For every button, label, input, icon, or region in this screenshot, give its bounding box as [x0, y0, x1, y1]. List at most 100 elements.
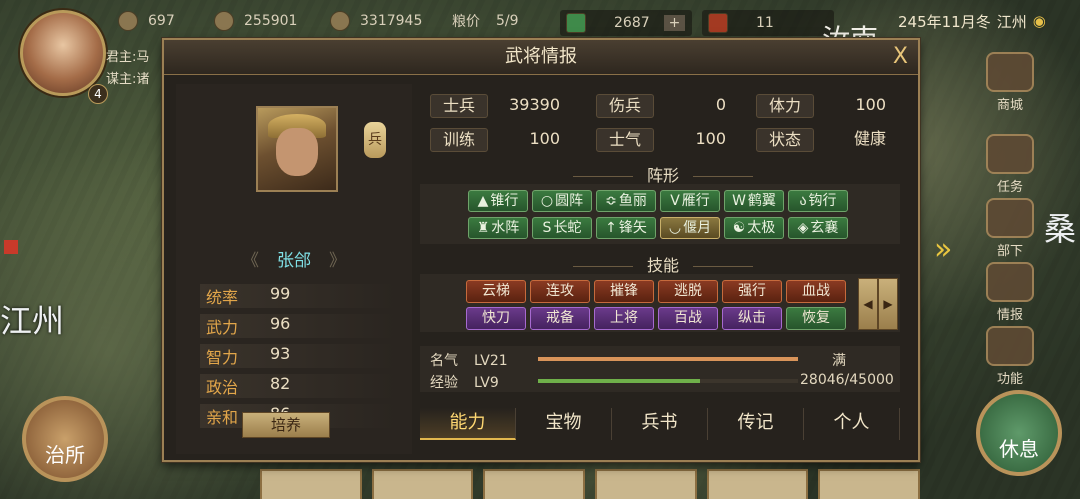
formation-3[interactable]: V 雁行	[660, 190, 720, 212]
skill-7[interactable]: 戒备	[530, 307, 590, 330]
formation-icon: S	[542, 220, 552, 236]
command-tab[interactable]	[483, 469, 586, 499]
fame-bar	[538, 357, 798, 361]
formation-11[interactable]: ◈ 玄襄	[788, 217, 848, 239]
attr-soldiers: 士兵 39390	[430, 94, 560, 118]
formation-icon: ○	[540, 193, 554, 209]
formation-label: 偃月	[683, 220, 712, 236]
add-jade-button[interactable]: +	[663, 15, 686, 31]
lumber-icon	[330, 11, 350, 31]
tab-4[interactable]: 个人	[804, 408, 900, 440]
progress-box: 名气 LV21 满 经验 LV9 28046/45000	[420, 346, 900, 392]
formation-icon: ▲	[477, 193, 489, 209]
tab-2[interactable]: 兵书	[612, 408, 708, 440]
lumber-resource: 3317945	[330, 10, 422, 32]
command-tab[interactable]	[260, 469, 362, 499]
prev-general-icon[interactable]: 《	[242, 251, 259, 271]
formation-8[interactable]: ↑ 锋矢	[596, 217, 656, 239]
skill-3[interactable]: 逃脱	[658, 280, 718, 303]
skill-11[interactable]: 恢复	[786, 307, 846, 330]
general-name-row: 《张郃》	[176, 246, 412, 271]
intel-icon	[986, 262, 1034, 302]
tab-3[interactable]: 传记	[708, 408, 804, 440]
skills-heading: 技能	[420, 252, 906, 276]
dialog-title: 武将情报	[164, 40, 918, 75]
formation-grid: ▲ 锥行 ○ 圆阵 ≎ 鱼丽 V 雁行 W 鹤翼 ა 钩行 ♜ 水阵 S 长蛇 ↑ 锋矢 ◡ 偃月 ☯ 太极 ◈ 玄襄	[420, 184, 900, 244]
map-city-partial-right[interactable]: 桑	[1044, 204, 1076, 250]
formation-label: 锋矢	[618, 220, 647, 236]
function-button[interactable]: 功能	[980, 326, 1040, 387]
formation-icon: ◡	[668, 220, 682, 236]
advisor-label: 谋主:诸	[106, 72, 150, 87]
skill-9[interactable]: 百战	[658, 307, 718, 330]
skills-scroll-left[interactable]: ◀	[858, 278, 878, 330]
exp-row: 经验 LV9 28046/45000	[430, 372, 894, 391]
gear-icon	[986, 326, 1034, 366]
signal-icon: ◉	[1032, 12, 1046, 30]
green-jade-icon	[566, 13, 586, 33]
command-tab[interactable]	[371, 469, 474, 499]
seat-button[interactable]: 治所	[22, 396, 108, 482]
formation-icon: ♜	[476, 220, 490, 236]
formation-label: 钩行	[808, 193, 837, 209]
lord-label: 君主:马	[106, 50, 150, 65]
skill-4[interactable]: 强行	[722, 280, 782, 303]
skill-6[interactable]: 快刀	[466, 307, 526, 330]
general-portrait[interactable]	[256, 106, 338, 192]
close-button[interactable]: X	[893, 44, 908, 70]
tab-0[interactable]: 能力	[420, 408, 516, 440]
gold-resource: 697	[118, 10, 175, 32]
jade-resource: 2687 +	[560, 10, 692, 36]
formation-label: 鱼丽	[618, 193, 647, 209]
formation-label: 雁行	[681, 193, 710, 209]
formation-0[interactable]: ▲ 锥行	[468, 190, 528, 212]
bottom-command-bar	[260, 469, 921, 499]
skill-5[interactable]: 血战	[786, 280, 846, 303]
formation-icon: ☯	[732, 220, 746, 236]
exp-bar	[538, 379, 798, 383]
stat-row: 政治 82	[200, 374, 396, 398]
command-tab[interactable]	[706, 469, 809, 499]
map-city-jiangzhou[interactable]: 江州	[0, 296, 64, 342]
general-info-dialog: 武将情报 X 兵 《张郃》 统率99 武力96 智力93 政治82 亲和86 培…	[162, 38, 920, 462]
skill-1[interactable]: 连攻	[530, 280, 590, 303]
formation-5[interactable]: ა 钩行	[788, 190, 848, 212]
formation-label: 锥行	[490, 193, 519, 209]
skill-8[interactable]: 上将	[594, 307, 654, 330]
tab-1[interactable]: 宝物	[516, 408, 612, 440]
subordinate-button[interactable]: 部下	[980, 198, 1040, 259]
formation-1[interactable]: ○ 圆阵	[532, 190, 592, 212]
skills-scroll-right[interactable]: ▶	[878, 278, 898, 330]
formation-4[interactable]: W 鹤翼	[724, 190, 784, 212]
formation-label: 玄襄	[810, 220, 839, 236]
intel-button[interactable]: 情报	[980, 262, 1040, 323]
formation-label: 鹤翼	[747, 193, 776, 209]
formation-icon: ◈	[797, 220, 809, 236]
formation-9[interactable]: ◡ 偃月	[660, 217, 720, 239]
fame-row: 名气 LV21 满	[430, 353, 846, 369]
task-button[interactable]: 任务	[980, 134, 1040, 195]
shop-button[interactable]: 商城	[980, 52, 1040, 113]
formation-2[interactable]: ≎ 鱼丽	[596, 190, 656, 212]
info-tabs: 能力 宝物 兵书 传记 个人	[420, 408, 900, 440]
formation-7[interactable]: S 长蛇	[532, 217, 592, 239]
attr-morale: 士气 100	[596, 128, 726, 152]
next-general-icon[interactable]: 》	[329, 251, 346, 271]
train-button[interactable]: 培养	[242, 412, 330, 438]
attr-training: 训练 100	[430, 128, 560, 152]
rest-button[interactable]: 休息	[976, 390, 1062, 476]
city-flag-icon	[4, 240, 18, 254]
command-tab[interactable]	[595, 469, 697, 499]
formation-6[interactable]: ♜ 水阵	[468, 217, 528, 239]
command-tab[interactable]	[818, 469, 921, 499]
lord-avatar[interactable]	[20, 10, 106, 96]
stat-row: 武力 96	[200, 314, 396, 338]
formation-icon: ა	[799, 193, 807, 209]
expand-arrow-icon[interactable]: »	[934, 232, 952, 267]
skill-0[interactable]: 云梯	[466, 280, 526, 303]
task-icon	[986, 134, 1034, 174]
skill-10[interactable]: 纵击	[722, 307, 782, 330]
skill-2[interactable]: 摧锋	[594, 280, 654, 303]
food-resource: 255901	[214, 10, 297, 32]
formation-10[interactable]: ☯ 太极	[724, 217, 784, 239]
